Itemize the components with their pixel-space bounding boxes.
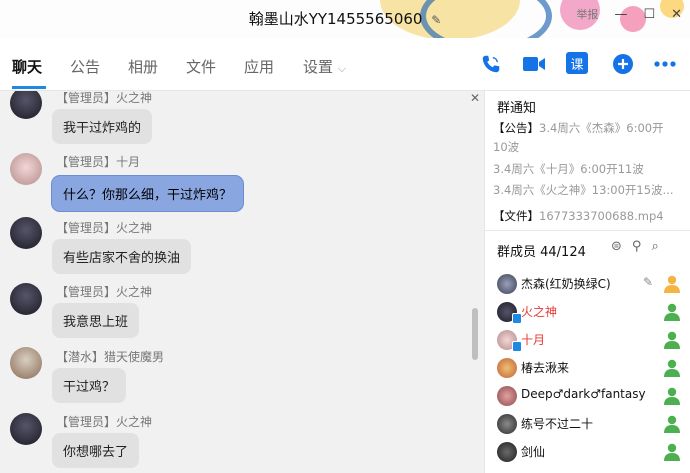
member-item[interactable]: 椿去湫来	[497, 356, 687, 380]
message-sender[interactable]: 【管理员】火之神	[56, 219, 152, 236]
notice-title: 群通知	[497, 101, 537, 116]
message-bubble[interactable]: 有些店家不舍的换油	[52, 239, 192, 274]
chat-scrollbar[interactable]	[472, 308, 478, 360]
message-sender[interactable]: 【管理员】十月	[56, 153, 140, 170]
member-tools: ⊜ ⚲ ⌕	[611, 239, 659, 254]
avatar[interactable]	[10, 413, 42, 445]
tab-settings-label: 设置	[303, 58, 334, 76]
message-bubble[interactable]: 什么？你那么细，干过炸鸡？	[52, 176, 244, 211]
member-name: 练号不过二十	[521, 417, 594, 431]
file-tag: 【文件】	[493, 209, 539, 223]
phone-icon[interactable]	[478, 51, 504, 77]
notice-announcement[interactable]: 【公告】3.4周六《杰森》6:00开	[493, 120, 688, 136]
more-icon[interactable]	[652, 51, 678, 77]
message-bubble[interactable]: 干过鸡？	[52, 368, 127, 403]
tab-settings[interactable]: 设置 ⌵	[303, 56, 346, 77]
member-name: 杰森(红奶换绿C)	[521, 277, 611, 291]
robot-icon[interactable]: ⊜	[611, 239, 622, 254]
tabs-bar: 聊天 公告 相册 文件 应用 设置 ⌵ 课	[0, 38, 690, 91]
message-sender[interactable]: 【管理员】火之神	[56, 91, 152, 106]
window-title-text: 翰墨山水YY1455565060	[248, 10, 423, 28]
message-sender[interactable]: 【管理员】火之神	[56, 283, 152, 300]
window-controls: 举报 — ☐ ✕	[576, 6, 682, 22]
admin-person-icon	[664, 387, 680, 405]
message-bubble[interactable]: 我意思上班	[52, 303, 140, 338]
owner-person-icon	[664, 275, 680, 293]
avatar[interactable]	[10, 153, 42, 185]
chevron-down-icon: ⌵	[337, 62, 347, 75]
avatar	[497, 274, 517, 294]
admin-person-icon	[664, 303, 680, 321]
add-member-icon[interactable]: ⚲	[632, 239, 642, 254]
avatar[interactable]	[10, 347, 42, 379]
tab-chat[interactable]: 聊天	[12, 56, 42, 77]
search-icon[interactable]: ⌕	[651, 239, 658, 254]
chat-area[interactable]: ✕ 【管理员】火之神 我干过炸鸡的 【管理员】十月 什么？你那么细，干过炸鸡？ …	[0, 91, 484, 473]
message-bubble[interactable]: 我干过炸鸡的	[52, 109, 153, 144]
file-name: 1677333700688.mp4	[539, 209, 664, 223]
admin-person-icon	[664, 359, 680, 377]
avatar[interactable]	[10, 91, 42, 119]
member-item[interactable]: Deep♂dark♂fantasy	[497, 384, 687, 408]
member-item[interactable]: 练号不过二十	[497, 412, 687, 436]
active-tab-indicator	[12, 86, 46, 89]
class-button[interactable]: 课	[566, 52, 588, 74]
divider	[485, 230, 690, 231]
tab-announcement[interactable]: 公告	[70, 56, 100, 77]
announcement-tag: 【公告】	[493, 121, 539, 135]
message-sender[interactable]: 【潜水】猎天使魔男	[56, 348, 164, 365]
message-sender[interactable]: 【管理员】火之神	[56, 413, 152, 430]
tab-apps[interactable]: 应用	[244, 56, 274, 77]
message-bubble[interactable]: 你想哪去了	[52, 433, 140, 468]
notice-line-1: 3.4周六《杰森》6:00开	[539, 121, 664, 135]
member-name: 十月	[521, 333, 546, 347]
video-icon[interactable]	[521, 51, 547, 77]
close-icon[interactable]: ✕	[470, 91, 480, 105]
avatar	[497, 386, 517, 406]
report-button[interactable]: 举报	[576, 6, 598, 22]
title-bar: 翰墨山水YY1455565060 ✎ 举报 — ☐ ✕	[0, 0, 690, 38]
maximize-button[interactable]: ☐	[643, 7, 655, 22]
member-item[interactable]: 十月	[497, 328, 687, 352]
tab-files[interactable]: 文件	[186, 56, 216, 77]
avatar[interactable]	[10, 217, 42, 249]
member-name: 火之神	[521, 305, 558, 319]
notice-line-2[interactable]: 10波	[493, 139, 688, 155]
avatar	[497, 442, 517, 462]
member-item[interactable]: 剑仙	[497, 440, 687, 464]
pencil-icon[interactable]: ✎	[643, 275, 653, 289]
members-title: 群成员 44/124	[497, 245, 586, 260]
admin-person-icon	[664, 443, 680, 461]
close-button[interactable]: ✕	[671, 7, 682, 22]
member-name: 椿去湫来	[521, 361, 570, 375]
notice-file[interactable]: 【文件】1677333700688.mp4	[493, 208, 688, 224]
member-name: Deep♂dark♂fantasy	[521, 387, 646, 401]
minimize-button[interactable]: —	[614, 7, 627, 22]
admin-person-icon	[664, 415, 680, 433]
plus-circle-icon[interactable]	[610, 51, 636, 77]
member-item[interactable]: 杰森(红奶换绿C) ✎	[497, 272, 687, 296]
notice-line-3[interactable]: 3.4周六《十月》6:00开11波	[493, 161, 688, 177]
group-side-panel: 群通知 【公告】3.4周六《杰森》6:00开 10波 3.4周六《十月》6:00…	[484, 91, 690, 473]
avatar[interactable]	[10, 283, 42, 315]
member-item[interactable]: 火之神	[497, 300, 687, 324]
admin-person-icon	[664, 331, 680, 349]
tab-album[interactable]: 相册	[128, 56, 158, 77]
edit-title-icon[interactable]: ✎	[431, 13, 441, 27]
avatar	[497, 358, 517, 378]
notice-line-4[interactable]: 3.4周六《火之神》13:00开15波...	[493, 182, 688, 198]
avatar	[497, 414, 517, 434]
member-name: 剑仙	[521, 445, 546, 459]
